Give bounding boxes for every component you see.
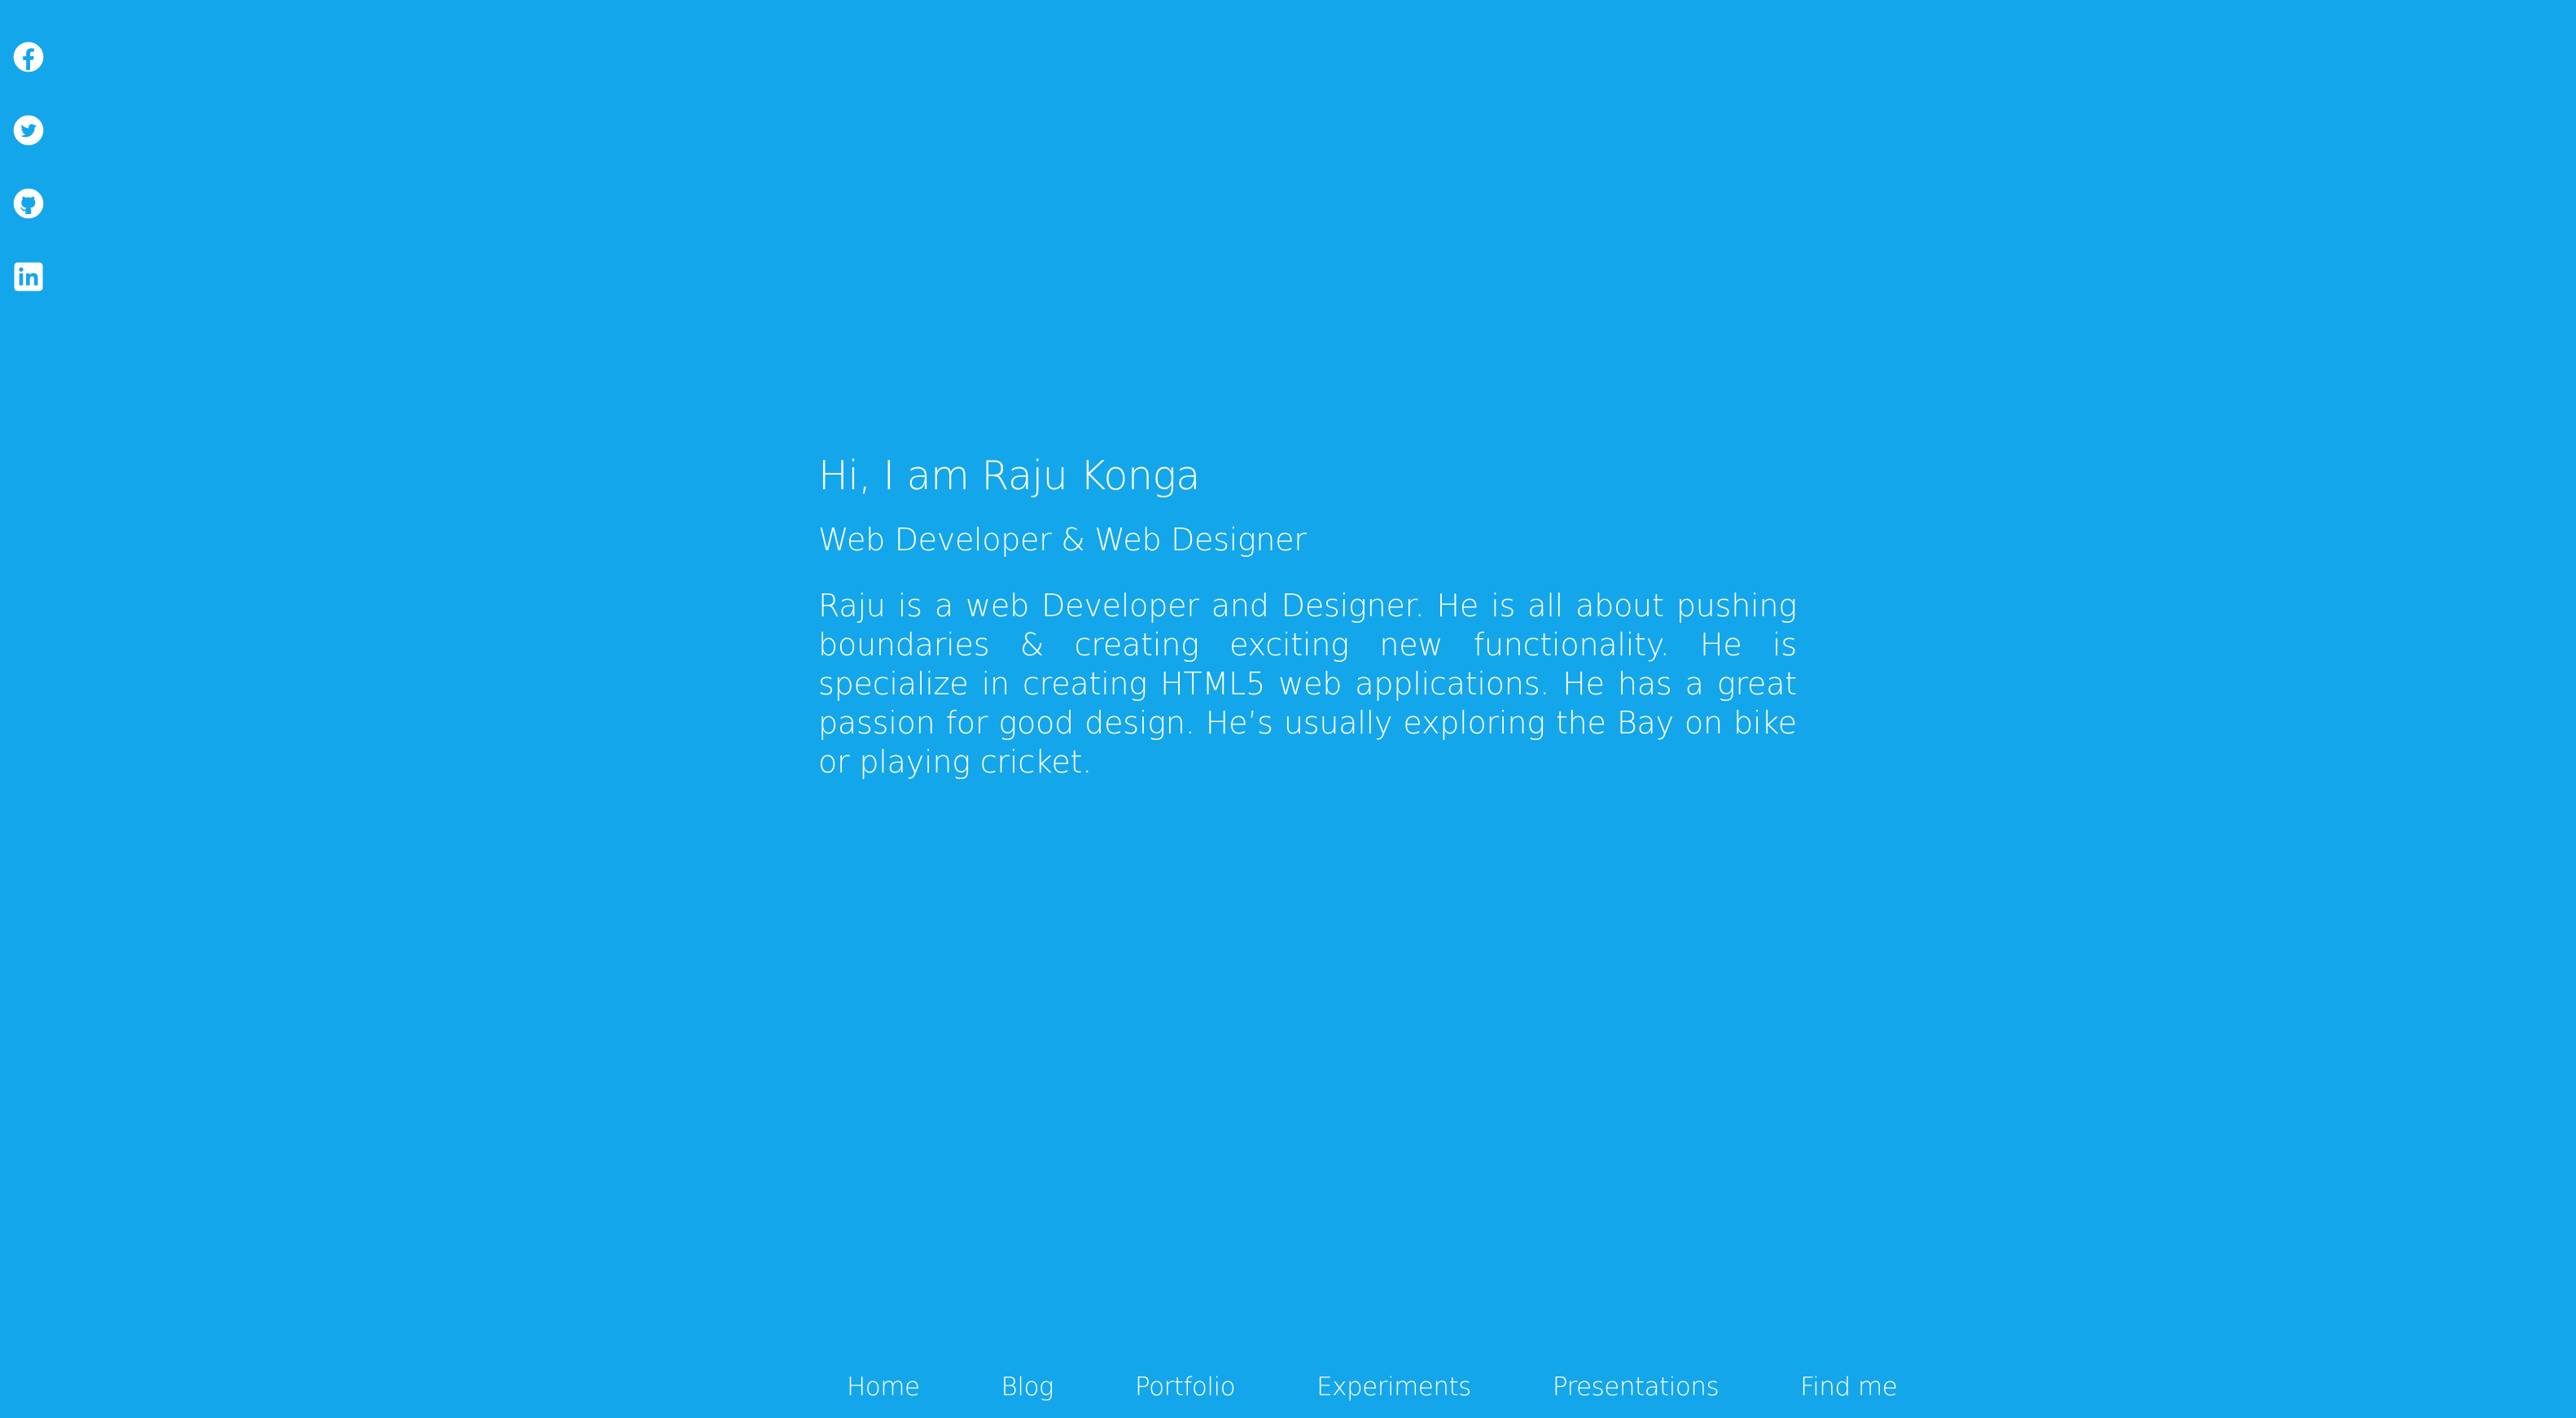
social-links — [11, 41, 46, 293]
linkedin-link[interactable] — [11, 260, 46, 293]
nav-find-me[interactable]: Find me — [1800, 1372, 1898, 1402]
nav-presentations[interactable]: Presentations — [1553, 1372, 1720, 1402]
nav-home[interactable]: Home — [847, 1372, 920, 1402]
facebook-icon — [13, 42, 44, 72]
intro-heading: Hi, I am Raju Konga — [818, 453, 1200, 499]
nav-blog[interactable]: Blog — [1001, 1372, 1054, 1402]
facebook-link[interactable] — [11, 41, 46, 73]
intro-bio: Raju is a web Developer and Designer. He… — [818, 588, 1797, 780]
intro-subheading: Web Developer & Web Designer — [818, 522, 1307, 558]
intro-section: Hi, I am Raju Konga Web Developer & Web … — [818, 446, 1797, 781]
twitter-link[interactable] — [11, 114, 46, 147]
github-link[interactable] — [11, 187, 46, 220]
nav-portfolio[interactable]: Portfolio — [1135, 1372, 1236, 1402]
nav-experiments[interactable]: Experiments — [1316, 1372, 1471, 1402]
github-icon — [13, 188, 44, 219]
bottom-nav: Home Blog Portfolio Experiments Presenta… — [847, 1372, 1898, 1402]
twitter-icon — [13, 115, 44, 146]
linkedin-icon — [14, 262, 43, 291]
